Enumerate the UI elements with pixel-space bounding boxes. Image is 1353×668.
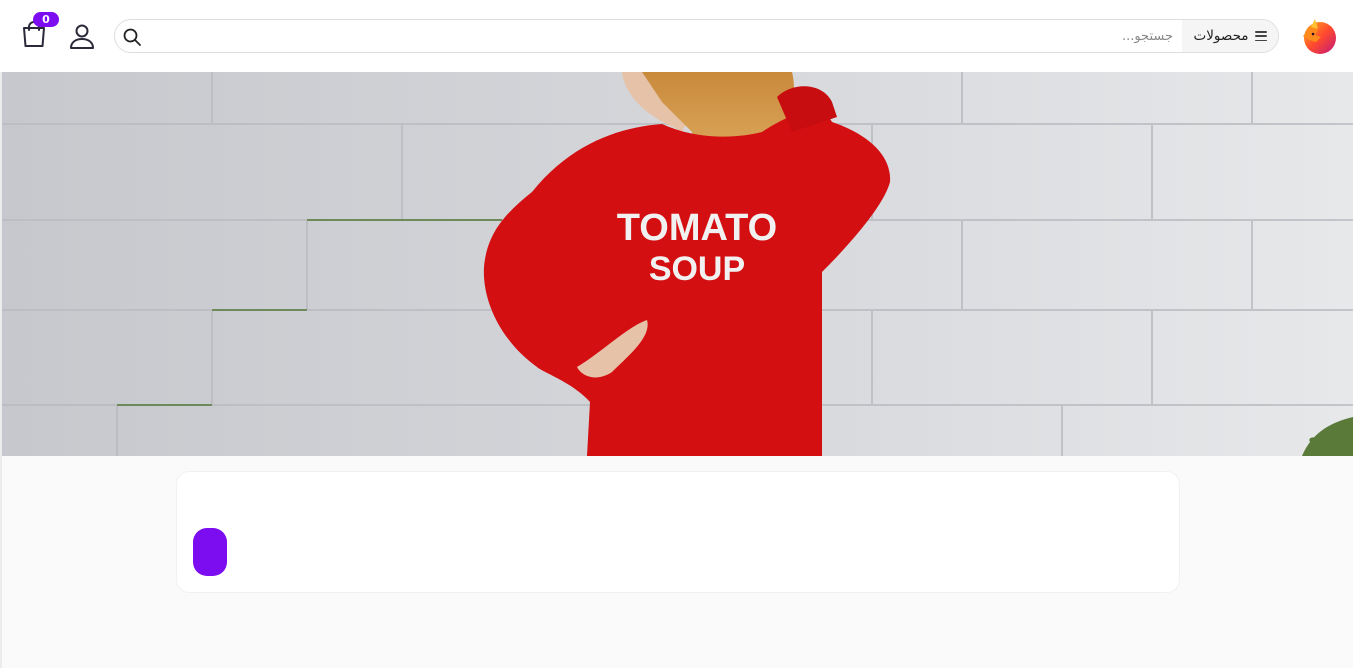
cart-button[interactable]: 0 — [18, 12, 59, 50]
cart-count-badge: 0 — [33, 12, 59, 27]
purple-pill-button[interactable] — [193, 528, 227, 576]
fox-logo-icon — [1303, 19, 1336, 54]
search-bar: محصولات — [114, 19, 1279, 53]
site-logo[interactable] — [1299, 17, 1337, 55]
shirt-text-line1: TOMATO — [617, 207, 777, 249]
search-icon[interactable] — [122, 27, 142, 47]
top-header: 0 محصولات — [0, 0, 1353, 72]
hero-banner: TOMATO SOUP — [2, 72, 1353, 456]
search-input[interactable] — [151, 20, 1181, 52]
content-card — [177, 472, 1179, 592]
user-icon — [70, 24, 94, 49]
shirt-text-line2: SOUP — [649, 250, 745, 288]
category-label: محصولات — [1193, 28, 1249, 44]
menu-icon — [1254, 31, 1267, 41]
account-button[interactable] — [68, 22, 96, 50]
category-dropdown-button[interactable]: محصولات — [1182, 20, 1278, 52]
hero-photo: TOMATO SOUP — [2, 72, 1353, 456]
